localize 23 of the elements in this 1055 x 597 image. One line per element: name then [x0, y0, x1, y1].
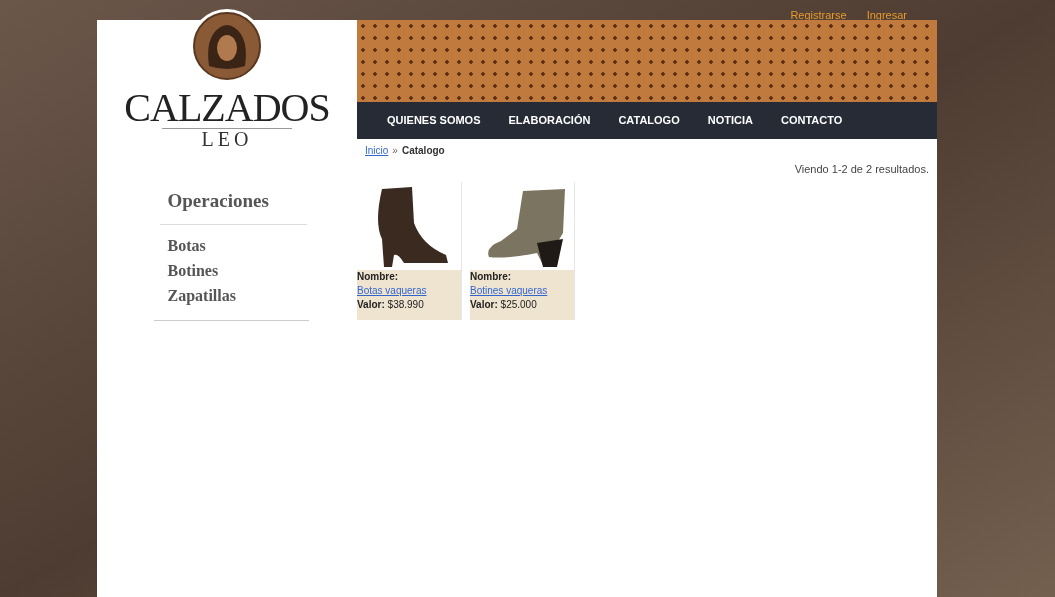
- product-name-label: Nombre:: [357, 269, 400, 284]
- header-link[interactable]: Registrarse: [790, 7, 847, 24]
- product-link[interactable]: Botas vaqueras: [357, 283, 427, 298]
- breadcrumb-current: Catalogo: [401, 143, 445, 158]
- logo-subtitle: LEO: [161, 128, 293, 149]
- breadcrumb-link[interactable]: Inicio: [365, 142, 389, 158]
- sidebar-link[interactable]: Botines: [167, 257, 219, 283]
- nav-link[interactable]: CONTACTO: [780, 112, 843, 129]
- product-price: Valor: $25.000: [470, 297, 538, 312]
- sidebar-link[interactable]: Botas: [167, 232, 206, 258]
- sidebar-title: Operaciones: [159, 187, 307, 225]
- product-price: Valor: $38.990: [357, 297, 425, 312]
- nav-link[interactable]: NOTICIA: [707, 112, 753, 129]
- nav-link[interactable]: ELABORACIÓN: [508, 112, 591, 129]
- breadcrumb-separator: »: [392, 143, 398, 158]
- product-name-label: Nombre:: [470, 269, 513, 284]
- product-link[interactable]: Botines vaqueras: [470, 283, 548, 298]
- logo-title: CALZADOS: [124, 88, 330, 128]
- results-count: Viendo 1-2 de 2 resultados.: [794, 162, 929, 177]
- nav-link[interactable]: QUIENES SOMOS: [387, 112, 481, 129]
- nav-link[interactable]: CATALOGO: [618, 112, 680, 129]
- header-link[interactable]: Ingresar: [866, 7, 907, 24]
- sidebar-link[interactable]: Zapatillas: [167, 282, 236, 308]
